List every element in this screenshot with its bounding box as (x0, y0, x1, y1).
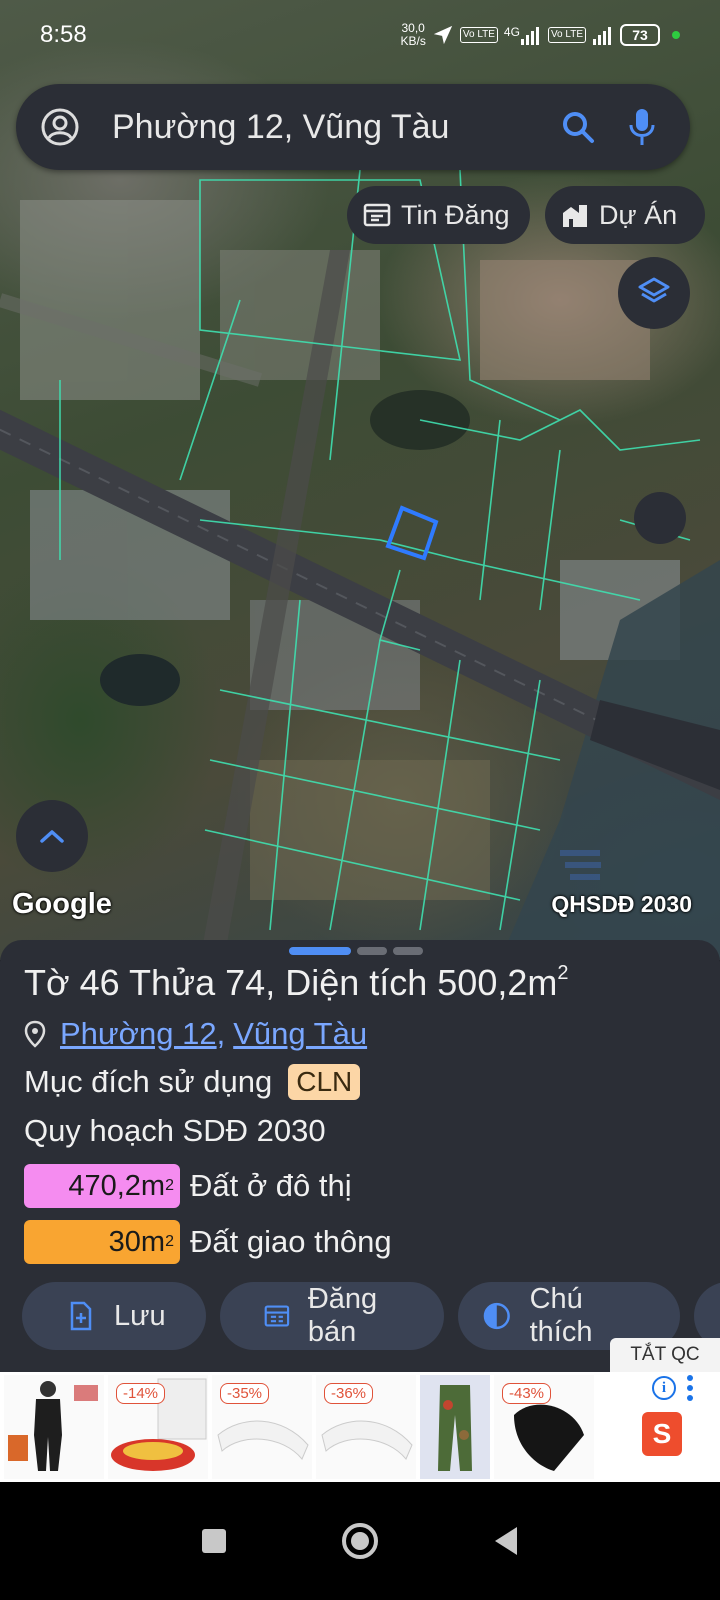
sheet-number: 46 (79, 962, 120, 1003)
layers-icon (638, 277, 670, 303)
chevron-up-icon (40, 830, 64, 843)
network-type: 4G (503, 25, 520, 39)
status-bar: 8:58 30,0 KB/s Vo LTE 4G Vo LTE 73 (0, 0, 720, 70)
discount-badge: -36% (324, 1383, 374, 1404)
plan-title: Quy hoạch SDĐ 2030 (24, 1113, 326, 1148)
page-dot-2 (357, 947, 387, 955)
save-button[interactable]: Lưu (22, 1282, 206, 1350)
location-arrow-icon (432, 24, 454, 46)
post-sale-button-label: Đăng bán (307, 1283, 378, 1348)
network-speed-unit: KB/s (400, 34, 426, 48)
home-circle-icon (342, 1523, 378, 1559)
camo-pants-image (438, 1385, 472, 1471)
battery-icon: 73 (620, 24, 660, 46)
privacy-indicator-dot (672, 31, 680, 39)
page-dot-3 (393, 947, 423, 955)
location-separator: , (216, 1016, 226, 1051)
land-use-purpose: Mục đích sử dụng CLN (24, 1064, 361, 1100)
listings-chip[interactable]: Tin Đăng (347, 186, 530, 244)
square-icon (202, 1529, 226, 1553)
ad-menu-icon[interactable] (686, 1374, 694, 1402)
zone-name: Đất ở đô thị (190, 1168, 352, 1203)
discount-badge: -14% (116, 1383, 166, 1404)
search-icon[interactable] (554, 103, 602, 151)
home-button[interactable] (335, 1516, 385, 1566)
plot-number: 74 (225, 962, 266, 1003)
zone-name: Đất giao thông (190, 1224, 392, 1259)
area-unit-superscript: 2 (557, 962, 569, 984)
zone-row-urban-residential: 470,2m 2 Đất ở đô thị (24, 1164, 352, 1208)
expand-button[interactable] (16, 800, 88, 872)
ad-product-camo-pants[interactable] (420, 1375, 490, 1479)
zone-area-badge: 470,2m 2 (24, 1164, 180, 1208)
ad-product-cover[interactable]: -43% (494, 1375, 594, 1479)
microphone-icon[interactable] (618, 103, 666, 151)
map-side-control[interactable] (634, 492, 686, 544)
ad-product-strap-2[interactable]: -36% (316, 1375, 416, 1479)
zone-row-traffic: 30m 2 Đất giao thông (24, 1220, 392, 1264)
projects-chip-label: Dự Án (599, 199, 678, 230)
page-dot-1 (289, 947, 351, 955)
back-button[interactable] (481, 1516, 531, 1566)
parcel-area: 500,2m (437, 962, 558, 1003)
contrast-icon (483, 1302, 510, 1330)
satellite-map[interactable]: 8:58 30,0 KB/s Vo LTE 4G Vo LTE 73 Phườn… (0, 0, 720, 960)
ad-banner[interactable]: -14% -35% -36% -43% (0, 1372, 720, 1482)
signal-sim2-icon (592, 25, 614, 45)
city-link[interactable]: Vũng Tàu (233, 1016, 367, 1052)
save-button-label: Lưu (114, 1299, 166, 1332)
zone-area-value: 30m (108, 1225, 166, 1258)
ad-product-waders[interactable] (4, 1375, 104, 1479)
volte-sim1-icon: Vo LTE (459, 27, 498, 43)
close-ad-button[interactable]: TẮT QC (610, 1338, 720, 1372)
plan-layer-label: QHSDĐ 2030 (551, 891, 692, 917)
layers-button[interactable] (618, 257, 690, 329)
listings-icon (363, 201, 391, 229)
search-bar[interactable]: Phường 12, Vũng Tàu (16, 84, 690, 170)
projects-chip[interactable]: Dự Án (545, 186, 705, 244)
discount-badge: -35% (220, 1383, 270, 1404)
zone-area-unit: 2 (165, 1233, 174, 1250)
clock: 8:58 (40, 21, 87, 48)
post-sale-button[interactable]: Đăng bán (220, 1282, 444, 1350)
shop-logo-icon[interactable]: S (642, 1412, 682, 1456)
volte-sim2-icon: Vo LTE (547, 27, 586, 43)
purpose-label: Mục đích sử dụng (24, 1064, 273, 1099)
waders-image (8, 1381, 98, 1471)
title-prefix: Tờ (24, 962, 80, 1003)
building-icon (561, 201, 589, 229)
location-pin-icon (24, 1020, 46, 1048)
purpose-code-badge[interactable]: CLN (288, 1064, 361, 1100)
network-speed: 30,0 KB/s (401, 22, 426, 48)
title-area-label: , Diện tích (265, 962, 438, 1003)
ward-link[interactable]: Phường 12 (60, 1016, 217, 1052)
zone-area-badge: 30m 2 (24, 1220, 180, 1264)
back-triangle-icon (495, 1527, 517, 1555)
google-logo: Google (12, 888, 112, 920)
parcel-location: Phường 12, Vũng Tàu (24, 1016, 367, 1052)
system-navigation-bar (0, 1482, 720, 1600)
zone-area-value: 470,2m (68, 1169, 166, 1202)
search-input[interactable]: Phường 12, Vũng Tàu (112, 108, 554, 147)
ad-info-icon[interactable]: i (652, 1376, 676, 1400)
sheet-page-indicator[interactable] (289, 947, 423, 955)
listing-post-icon (264, 1305, 290, 1327)
title-plot-label: Thửa (119, 962, 226, 1003)
zone-area-unit: 2 (165, 1177, 174, 1194)
recents-button[interactable] (189, 1516, 239, 1566)
signal-4g-icon: 4G (504, 25, 542, 45)
listings-chip-label: Tin Đăng (401, 199, 510, 230)
status-icons: 30,0 KB/s Vo LTE 4G Vo LTE 73 (401, 22, 680, 48)
discount-badge: -43% (502, 1383, 552, 1404)
ad-product-strap-1[interactable]: -35% (212, 1375, 312, 1479)
account-icon[interactable] (40, 107, 80, 147)
parcel-title: Tờ 46 Thửa 74, Diện tích 500,2m2 (24, 962, 568, 1004)
parcel-info-sheet[interactable]: Tờ 46 Thửa 74, Diện tích 500,2m2 Phường … (0, 940, 720, 1372)
add-document-icon (70, 1301, 92, 1331)
ad-product-clogs[interactable]: -14% (108, 1375, 208, 1479)
